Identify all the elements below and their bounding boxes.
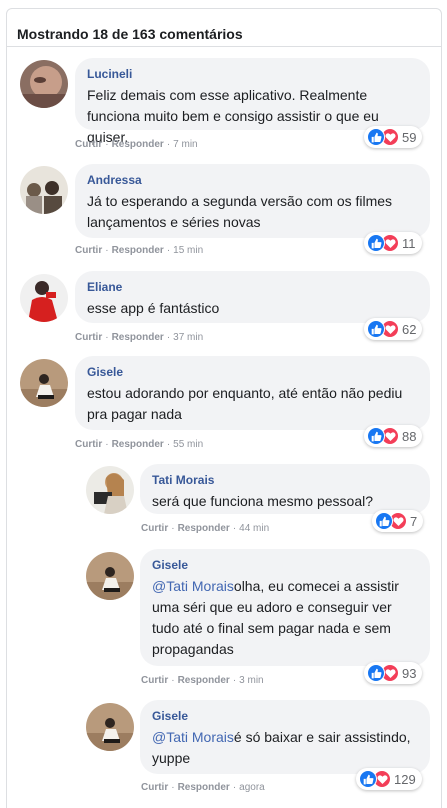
separator: · [166, 332, 171, 343]
comment-time: 15 min [173, 245, 204, 256]
comment-author[interactable]: Lucineli [87, 66, 418, 82]
separator: · [232, 782, 237, 793]
comment-time: agora [239, 782, 265, 793]
comment-author[interactable]: Gisele [152, 557, 418, 573]
separator: · [105, 332, 109, 343]
reaction-count: 59 [402, 129, 417, 145]
comment-actions: Curtir · Responder · 37 min [75, 332, 203, 343]
thumbs-up-icon [359, 770, 377, 788]
reply-link[interactable]: Responder [112, 139, 164, 150]
thumbs-up-icon [367, 427, 385, 445]
comment-bubble: Tati Morais será que funciona mesmo pess… [140, 464, 430, 514]
like-link[interactable]: Curtir [141, 782, 168, 793]
thumbs-up-icon [367, 664, 385, 682]
comment-time: 55 min [173, 439, 204, 450]
reactions-summary[interactable]: 59 [364, 126, 423, 148]
avatar[interactable] [86, 703, 134, 751]
separator: · [171, 782, 175, 793]
thumbs-up-icon [367, 234, 385, 252]
avatar[interactable] [20, 359, 68, 407]
like-link[interactable]: Curtir [75, 439, 102, 450]
comment-bubble: Lucineli Feliz demais com esse aplicativ… [75, 58, 430, 145]
comment-author[interactable]: Eliane [87, 279, 418, 295]
avatar[interactable] [20, 166, 68, 214]
comment-bubble: Eliane esse app é fantástico [75, 271, 430, 323]
like-link[interactable]: Curtir [141, 675, 168, 686]
separator: · [105, 139, 109, 150]
comment-actions: Curtir · Responder · agora [141, 782, 265, 793]
thumbs-up-icon [367, 320, 385, 338]
comment-bubble: Gisele @Tati Moraisé só baixar e sair as… [140, 700, 430, 774]
reaction-count: 7 [410, 513, 418, 529]
reactions-summary[interactable]: 11 [364, 232, 422, 254]
reply-link[interactable]: Responder [112, 332, 164, 343]
mention-link[interactable]: @Tati Morais [152, 578, 234, 594]
reaction-count: 88 [402, 428, 417, 444]
avatar[interactable] [86, 466, 134, 514]
comments-count-header: Mostrando 18 de 163 comentários [17, 26, 243, 42]
comment-time: 37 min [173, 332, 204, 343]
reaction-count: 129 [394, 771, 416, 787]
comment-bubble: Andressa Já to esperando a segunda versã… [75, 164, 430, 238]
avatar[interactable] [20, 274, 68, 322]
comment-bubble: Gisele @Tati Moraisolha, eu comecei a as… [140, 549, 430, 666]
reply-link[interactable]: Responder [112, 245, 164, 256]
separator: · [105, 245, 109, 256]
reactions-summary[interactable]: 129 [356, 768, 422, 790]
reply-link[interactable]: Responder [178, 675, 230, 686]
comment-text: @Tati Moraisolha, eu comecei a assistir … [152, 576, 418, 660]
comment-author[interactable]: Gisele [152, 708, 418, 724]
comment-text: estou adorando por enquanto, até então n… [87, 385, 403, 422]
comment-actions: Curtir · Responder · 15 min [75, 245, 203, 256]
thumbs-up-icon [367, 128, 385, 146]
comment-author[interactable]: Gisele [87, 364, 418, 380]
reaction-count: 93 [402, 665, 417, 681]
comment-actions: Curtir · Responder · 44 min [141, 523, 269, 534]
reaction-count: 11 [402, 235, 416, 251]
comment-time: 7 min [173, 139, 198, 150]
comment-text: @Tati Moraisé só baixar e sair assistind… [152, 727, 418, 769]
separator: · [171, 675, 175, 686]
comment-text: será que funciona mesmo pessoal? [152, 493, 374, 509]
separator: · [105, 439, 109, 450]
comment-actions: Curtir · Responder · 55 min [75, 439, 203, 450]
avatar[interactable] [86, 552, 134, 600]
comment-author[interactable]: Andressa [87, 172, 418, 188]
reactions-summary[interactable]: 88 [364, 425, 423, 447]
reply-link[interactable]: Responder [178, 523, 230, 534]
separator: · [166, 139, 171, 150]
separator: · [166, 245, 171, 256]
comment-time: 3 min [239, 675, 264, 686]
mention-link[interactable]: @Tati Morais [152, 729, 234, 745]
comment-actions: Curtir · Responder · 3 min [141, 675, 264, 686]
like-link[interactable]: Curtir [75, 332, 102, 343]
reply-link[interactable]: Responder [178, 782, 230, 793]
reply-link[interactable]: Responder [112, 439, 164, 450]
comment-author[interactable]: Tati Morais [152, 472, 418, 488]
comment-bubble: Gisele estou adorando por enquanto, até … [75, 356, 430, 430]
reactions-summary[interactable]: 7 [372, 510, 424, 532]
like-link[interactable]: Curtir [75, 245, 102, 256]
separator: · [232, 675, 237, 686]
thumbs-up-icon [375, 512, 393, 530]
comment-time: 44 min [239, 523, 270, 534]
like-link[interactable]: Curtir [75, 139, 102, 150]
separator: · [171, 523, 175, 534]
comment-text: Já to esperando a segunda versão com os … [87, 193, 393, 230]
comment-actions: Curtir · Responder · 7 min [75, 139, 198, 150]
comment-text: esse app é fantástico [87, 300, 220, 316]
reactions-summary[interactable]: 93 [364, 662, 423, 684]
like-link[interactable]: Curtir [141, 523, 168, 534]
header-divider [7, 46, 441, 47]
reactions-summary[interactable]: 62 [364, 318, 423, 340]
separator: · [232, 523, 237, 534]
avatar[interactable] [20, 60, 68, 108]
reaction-count: 62 [402, 321, 417, 337]
separator: · [166, 439, 171, 450]
